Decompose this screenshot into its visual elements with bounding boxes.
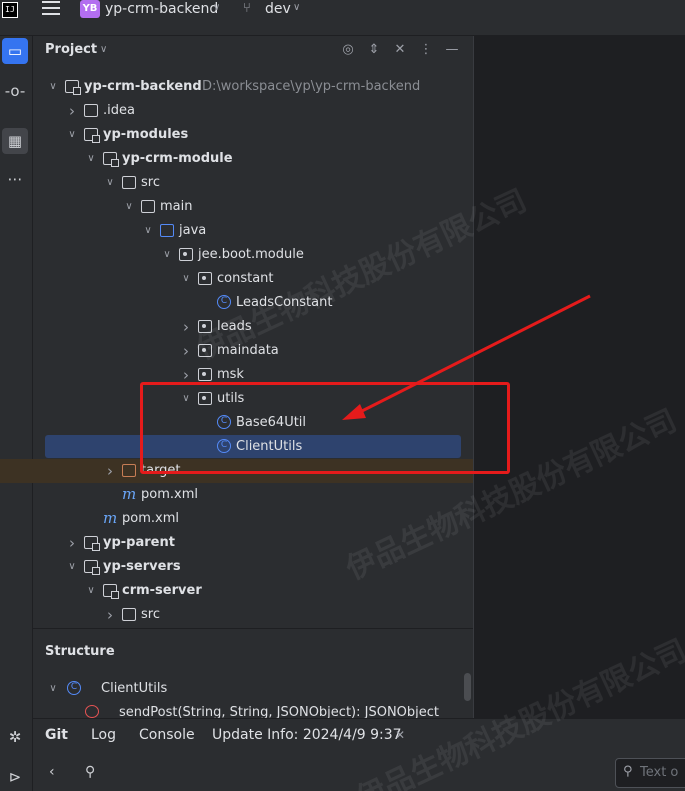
annotation-arrow	[342, 294, 591, 420]
